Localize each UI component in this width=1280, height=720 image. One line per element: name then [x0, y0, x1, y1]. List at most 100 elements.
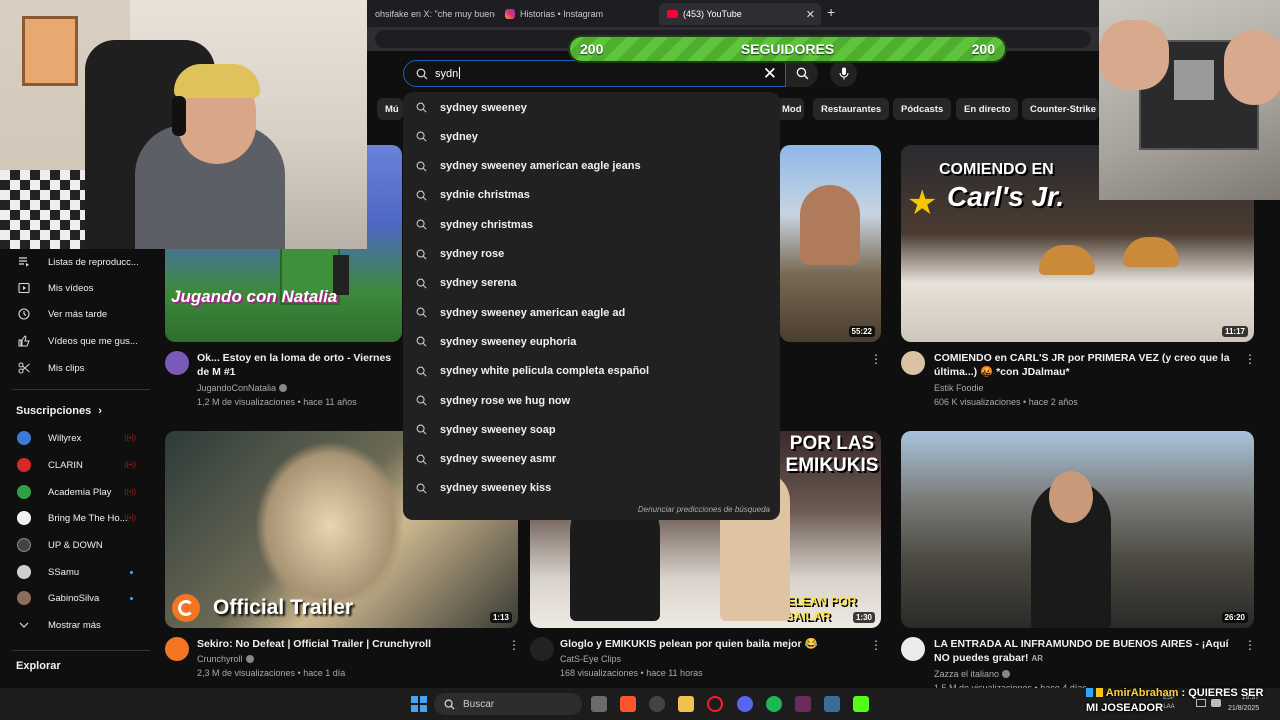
search-input[interactable]: sydn ✕	[403, 60, 786, 87]
search-suggestion[interactable]: sydney sweeney kiss	[403, 474, 780, 503]
video-channel[interactable]: Estik Foodie	[934, 383, 984, 393]
chip-podcasts[interactable]: Pódcasts	[893, 98, 952, 120]
more-options-icon[interactable]: ⋮	[1244, 352, 1256, 366]
video-meta: 168 visualizaciones • hace 11 horas	[560, 668, 703, 678]
sidebar-sub-ssamu[interactable]: SSamu	[0, 559, 160, 585]
file-explorer-icon[interactable]	[678, 696, 694, 712]
video-title[interactable]: Ok... Estoy en la loma de orto - Viernes…	[197, 351, 402, 379]
search-suggestion[interactable]: sydney serena	[403, 269, 780, 298]
sidebar-sub-academia-play[interactable]: Academia Play ((•))	[0, 479, 160, 505]
report-predictions-link[interactable]: Denunciar predicciones de búsqueda	[638, 505, 770, 514]
avatar	[17, 538, 31, 552]
search-suggestion[interactable]: sydney sweeney	[403, 93, 780, 122]
subscriptions-heading[interactable]: Suscripciones ›	[16, 405, 102, 417]
search-suggestion[interactable]: sydney	[403, 122, 780, 151]
app-icon[interactable]	[824, 696, 840, 712]
sidebar-item-liked-videos[interactable]: Vídeos que me gus...	[0, 328, 160, 354]
microphone-icon	[838, 67, 849, 80]
channel-avatar[interactable]	[901, 351, 925, 375]
person-face	[1049, 471, 1093, 523]
search-suggestion[interactable]: sydnie christmas	[403, 181, 780, 210]
sidebar-sub-bring-me-the-horizon[interactable]: Bring Me The Ho... ((•))	[0, 505, 160, 531]
chip-music[interactable]: Mú	[377, 98, 403, 120]
sidebar-item-my-videos[interactable]: Mis vídeos	[0, 275, 160, 301]
windows-start-icon[interactable]	[411, 696, 427, 712]
chat-badge-icon	[1086, 688, 1093, 697]
more-options-icon[interactable]: ⋮	[508, 638, 520, 652]
sidebar-sub-clarin[interactable]: CLARIN ((•))	[0, 452, 160, 478]
opera-gx-icon[interactable]	[707, 696, 723, 712]
sidebar-sub-willyrex[interactable]: Willyrex ((•))	[0, 425, 160, 451]
taskbar-search[interactable]: Buscar	[434, 693, 582, 715]
sidebar-item-my-clips[interactable]: Mis clips	[0, 355, 160, 381]
spotify-icon[interactable]	[766, 696, 782, 712]
channel-avatar[interactable]	[165, 351, 189, 375]
search-suggestion[interactable]: sydney rose	[403, 240, 780, 269]
new-content-dot	[130, 596, 133, 600]
more-options-icon[interactable]: ⋮	[1244, 638, 1256, 652]
headphones	[172, 96, 186, 136]
chip-restaurants[interactable]: Restaurantes	[813, 98, 890, 120]
discord-icon[interactable]	[737, 696, 753, 712]
channel-avatar[interactable]	[530, 637, 554, 661]
search-suggestion-label: sydnie christmas	[440, 189, 530, 202]
search-suggestion[interactable]: sydney sweeney euphoria	[403, 327, 780, 356]
chatgpt-icon[interactable]	[649, 696, 665, 712]
browser-tab-instagram[interactable]: Historias • Instagram	[497, 3, 647, 25]
search-suggestion[interactable]: sydney rose we hug now	[403, 386, 780, 415]
live-icon: ((•))	[124, 434, 136, 442]
close-tab-icon[interactable]: ✕	[806, 8, 815, 21]
crunchyroll-logo-icon	[172, 594, 200, 622]
more-options-icon[interactable]: ⋮	[870, 638, 882, 652]
channel-avatar[interactable]	[901, 637, 925, 661]
video-meta: 606 K visualizaciones • hace 2 años	[934, 397, 1078, 407]
browser-tab-youtube[interactable]: (453) YouTube ✕	[659, 3, 821, 25]
sidebar-sub-up-and-down[interactable]: UP & DOWN	[0, 532, 160, 558]
star-logo-icon: ★	[907, 184, 938, 222]
video-channel[interactable]: CatS-Eye Clips	[560, 654, 621, 664]
video-title[interactable]: Sekiro: No Defeat | Official Trailer | C…	[197, 637, 502, 651]
chat-username: AmirAbraham	[1105, 687, 1179, 699]
video-duration: 1:30	[852, 612, 875, 623]
search-suggestion[interactable]: sydney sweeney soap	[403, 415, 780, 444]
app-icon[interactable]	[795, 696, 811, 712]
webcam-overlay-hands	[1099, 0, 1280, 200]
video-thumbnail[interactable]: 55:22	[780, 145, 881, 342]
channel-avatar[interactable]	[165, 637, 189, 661]
task-view-icon[interactable]	[591, 696, 607, 712]
video-thumbnail[interactable]: 26:20	[901, 431, 1254, 628]
tab-label: (453) YouTube	[683, 9, 742, 19]
more-options-icon[interactable]: ⋮	[870, 352, 882, 366]
kick-icon[interactable]	[853, 696, 869, 712]
video-channel[interactable]: Crunchyroll	[197, 654, 254, 664]
verified-icon	[279, 384, 288, 392]
browser-tab-x[interactable]: ohsifake en X: "che muy bueno el	[367, 3, 495, 25]
clear-search-icon[interactable]: ✕	[763, 65, 777, 82]
sidebar-item-label: Mis vídeos	[48, 282, 94, 294]
search-suggestion[interactable]: sydney sweeney american eagle ad	[403, 298, 780, 327]
search-suggestion[interactable]: sydney christmas	[403, 210, 780, 239]
search-suggestion[interactable]: sydney white pelicula completa español	[403, 357, 780, 386]
browser-tab-bar: ohsifake en X: "che muy bueno el Histori…	[367, 0, 1099, 27]
video-title[interactable]: Gloglo y EMIKUKIS pelean por quien baila…	[560, 637, 865, 651]
search-suggestion[interactable]: sydney sweeney american eagle jeans	[403, 152, 780, 181]
brave-browser-icon[interactable]	[620, 696, 636, 712]
sidebar-sub-gabinosilva[interactable]: GabinoSilva	[0, 585, 160, 611]
video-channel[interactable]: Zazza el italiano	[934, 669, 1011, 679]
chip-live[interactable]: En directo	[956, 98, 1019, 120]
video-title[interactable]: COMIENDO en CARL'S JR por PRIMERA VEZ (y…	[934, 351, 1234, 379]
video-channel[interactable]: JugandoConNatalia	[197, 383, 288, 393]
new-tab-button[interactable]: +	[827, 4, 835, 20]
search-icon	[444, 699, 455, 710]
search-button[interactable]	[786, 60, 818, 87]
sidebar-item-playlists[interactable]: Listas de reproducc...	[0, 249, 160, 275]
sidebar-show-more[interactable]: Mostrar más	[0, 612, 160, 638]
thumbs-up-icon	[0, 335, 48, 347]
avatar	[17, 485, 31, 499]
voice-search-button[interactable]	[830, 60, 857, 87]
explore-heading: Explorar	[16, 660, 61, 672]
sidebar-item-watch-later[interactable]: Ver más tarde	[0, 301, 160, 327]
video-title[interactable]: LA ENTRADA AL INFRAMUNDO DE BUENOS AIRES…	[934, 637, 1234, 665]
chip-counter-strike[interactable]: Counter-Strike 2	[1022, 98, 1099, 120]
search-suggestion[interactable]: sydney sweeney asmr	[403, 445, 780, 474]
